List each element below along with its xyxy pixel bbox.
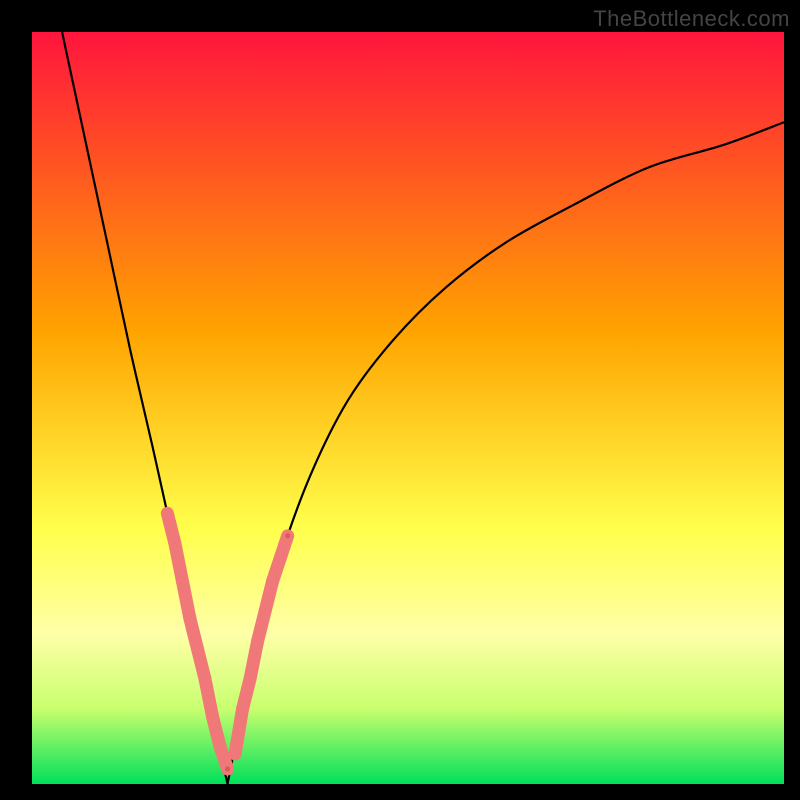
highlight-segment <box>280 536 288 559</box>
chart-frame: TheBottleneck.com <box>0 0 800 800</box>
highlight-joint <box>285 533 290 538</box>
highlight-markers <box>167 513 290 771</box>
curve-layer <box>32 32 784 784</box>
plot-area <box>32 32 784 784</box>
highlight-segment <box>220 746 228 769</box>
right-curve <box>228 122 784 784</box>
watermark-text: TheBottleneck.com <box>593 6 790 32</box>
highlight-segment <box>235 709 243 754</box>
highlight-joint <box>225 766 230 771</box>
